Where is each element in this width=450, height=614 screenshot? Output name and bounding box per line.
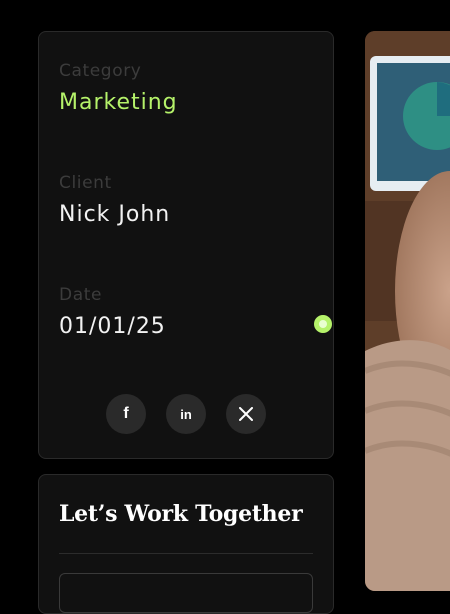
category-value: Marketing <box>59 90 178 115</box>
client-label: Client <box>59 173 112 193</box>
client-field: Client Nick John <box>59 173 170 227</box>
social-links: f in <box>39 394 333 434</box>
project-photo <box>365 31 450 591</box>
date-field: Date 01/01/25 <box>59 285 166 339</box>
contact-cta-card: Let’s Work Together <box>38 474 334 614</box>
facebook-button[interactable]: f <box>106 394 146 434</box>
x-button[interactable] <box>226 394 266 434</box>
photo-illustration <box>365 31 450 591</box>
linkedin-button[interactable]: in <box>166 394 206 434</box>
category-label: Category <box>59 61 142 81</box>
cta-title: Let’s Work Together <box>59 501 303 527</box>
linkedin-icon: in <box>180 406 192 422</box>
project-details-card: Category Marketing Client Nick John Date… <box>38 31 334 459</box>
facebook-icon: f <box>123 405 129 422</box>
cta-divider <box>59 553 313 554</box>
date-label: Date <box>59 285 103 305</box>
cta-input-field[interactable] <box>59 573 313 613</box>
category-field: Category Marketing <box>59 61 178 115</box>
status-indicator-dot <box>314 315 332 333</box>
date-value: 01/01/25 <box>59 314 166 339</box>
x-icon <box>239 407 253 421</box>
client-value: Nick John <box>59 202 171 227</box>
